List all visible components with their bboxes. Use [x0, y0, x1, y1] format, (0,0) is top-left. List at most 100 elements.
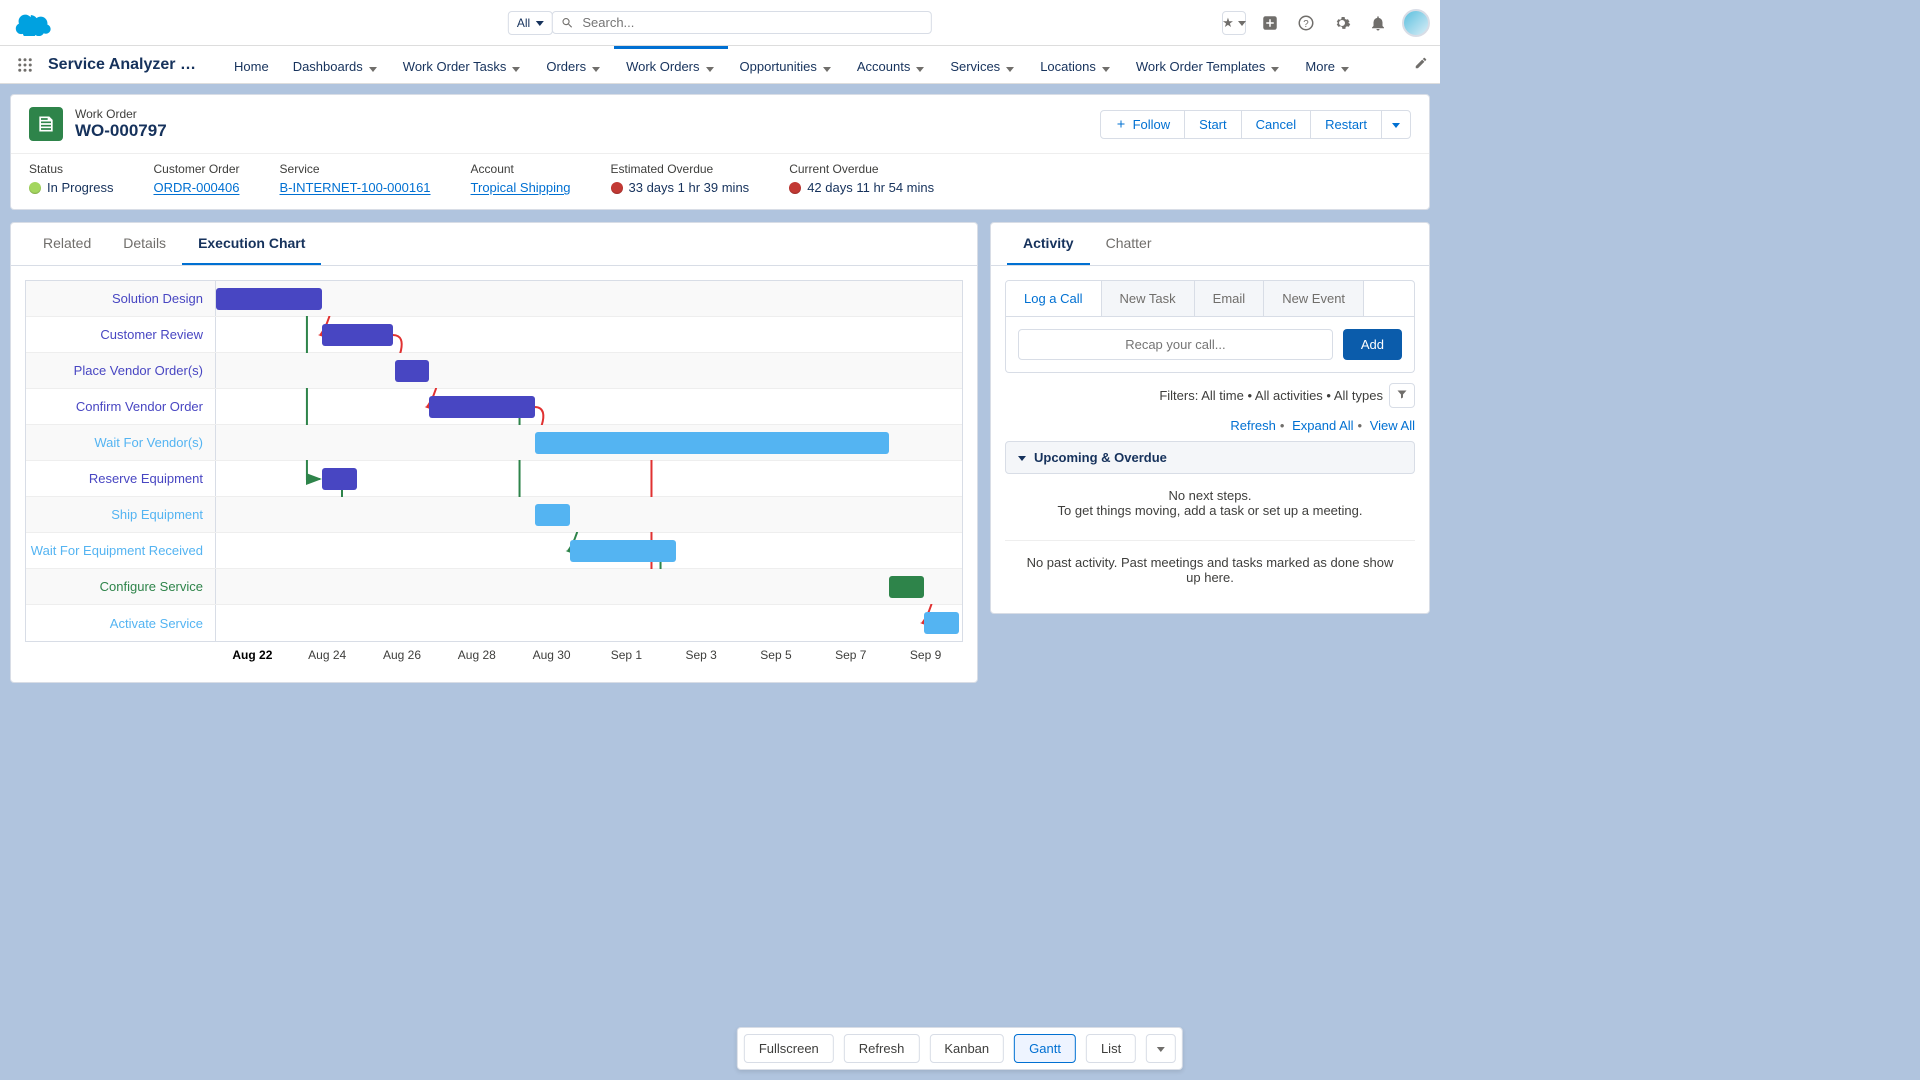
chevron-down-icon — [823, 61, 833, 71]
status-label: Status — [29, 162, 113, 176]
tab-related[interactable]: Related — [27, 223, 107, 265]
view-gantt-button[interactable]: Gantt — [1014, 1034, 1076, 1063]
filter-icon[interactable] — [1389, 383, 1415, 408]
refresh-link[interactable]: Refresh — [1230, 418, 1276, 433]
gantt-task-label[interactable]: Configure Service — [26, 569, 216, 604]
nav-tab-more[interactable]: More — [1293, 46, 1363, 83]
gantt-bar[interactable] — [322, 324, 393, 346]
search-icon — [561, 16, 574, 30]
axis-tick: Aug 30 — [514, 642, 589, 668]
nav-tab-locations[interactable]: Locations — [1028, 46, 1124, 83]
nav-tab-work-order-tasks[interactable]: Work Order Tasks — [391, 46, 535, 83]
gantt-bar[interactable] — [395, 360, 429, 382]
composer-tab-log-a-call[interactable]: Log a Call — [1006, 281, 1102, 317]
record-more-button[interactable] — [1381, 110, 1411, 139]
composer-tab-new-event[interactable]: New Event — [1264, 281, 1364, 316]
gantt-task-label[interactable]: Wait For Vendor(s) — [26, 425, 216, 460]
empty-steps-line1: No next steps. — [1005, 488, 1415, 503]
favorites-button[interactable]: ★ — [1222, 11, 1246, 35]
recap-call-input[interactable] — [1018, 329, 1333, 360]
gantt-time-axis: Aug 22Aug 24Aug 26Aug 28Aug 30Sep 1Sep 3… — [25, 642, 963, 668]
gantt-task-label[interactable]: Solution Design — [26, 281, 216, 316]
start-button[interactable]: Start — [1184, 110, 1241, 139]
view-refresh-button[interactable]: Refresh — [844, 1034, 920, 1063]
global-search: All — [508, 11, 932, 35]
past-activity-msg: No past activity. Past meetings and task… — [1005, 540, 1415, 599]
gantt-bar[interactable] — [216, 288, 322, 310]
nav-tab-orders[interactable]: Orders — [534, 46, 614, 83]
composer-tabset: Log a CallNew TaskEmailNew Event — [1005, 280, 1415, 317]
gantt-task-label[interactable]: Reserve Equipment — [26, 461, 216, 496]
user-avatar[interactable] — [1402, 9, 1430, 37]
execution-chart-panel: RelatedDetailsExecution Chart Solution D… — [10, 222, 978, 683]
tab-execution-chart[interactable]: Execution Chart — [182, 223, 321, 265]
gantt-task-label[interactable]: Activate Service — [26, 605, 216, 641]
gantt-row: Confirm Vendor Order — [26, 389, 962, 425]
gantt-task-label[interactable]: Ship Equipment — [26, 497, 216, 532]
setup-gear-icon[interactable] — [1330, 11, 1354, 35]
cancel-button[interactable]: Cancel — [1241, 110, 1311, 139]
gantt-row: Place Vendor Order(s) — [26, 353, 962, 389]
current-overdue-value: 42 days 11 hr 54 mins — [789, 180, 934, 195]
view-all-link[interactable]: View All — [1370, 418, 1415, 433]
axis-tick: Aug 26 — [365, 642, 440, 668]
service-link[interactable]: B-INTERNET-100-000161 — [280, 180, 431, 195]
chevron-down-icon — [512, 61, 522, 71]
gantt-task-label[interactable]: Wait For Equipment Received — [26, 533, 216, 568]
gantt-bar[interactable] — [429, 396, 535, 418]
gantt-row: Configure Service — [26, 569, 962, 605]
nav-tab-dashboards[interactable]: Dashboards — [281, 46, 391, 83]
add-button[interactable] — [1258, 11, 1282, 35]
nav-tab-opportunities[interactable]: Opportunities — [728, 46, 845, 83]
notification-bell-icon[interactable] — [1366, 11, 1390, 35]
nav-edit-pencil-icon[interactable] — [1414, 56, 1428, 73]
gantt-bar[interactable] — [535, 504, 570, 526]
account-link[interactable]: Tropical Shipping — [471, 180, 571, 195]
expand-all-link[interactable]: Expand All — [1292, 418, 1353, 433]
gantt-bar[interactable] — [889, 576, 924, 598]
overdue-dot-red-icon — [611, 182, 623, 194]
nav-tab-services[interactable]: Services — [938, 46, 1028, 83]
tab-activity[interactable]: Activity — [1007, 223, 1090, 265]
status-dot-green-icon — [29, 182, 41, 194]
chevron-down-icon — [1341, 61, 1351, 71]
view-more-button[interactable] — [1146, 1034, 1176, 1063]
gantt-task-label[interactable]: Confirm Vendor Order — [26, 389, 216, 424]
composer-tab-email[interactable]: Email — [1195, 281, 1265, 316]
gantt-bar[interactable] — [924, 612, 959, 634]
search-input[interactable] — [582, 15, 923, 30]
gantt-bar[interactable] — [570, 540, 676, 562]
current-overdue-label: Current Overdue — [789, 162, 934, 176]
customer-order-label: Customer Order — [153, 162, 239, 176]
axis-tick: Sep 5 — [739, 642, 814, 668]
tab-details[interactable]: Details — [107, 223, 182, 265]
gantt-task-label[interactable]: Customer Review — [26, 317, 216, 352]
upcoming-overdue-section[interactable]: Upcoming & Overdue — [1005, 441, 1415, 474]
follow-button[interactable]: Follow — [1100, 110, 1186, 139]
help-icon[interactable]: ? — [1294, 11, 1318, 35]
view-list-button[interactable]: List — [1086, 1034, 1136, 1063]
chevron-down-icon — [916, 61, 926, 71]
nav-tab-accounts[interactable]: Accounts — [845, 46, 938, 83]
gantt-bar[interactable] — [322, 468, 357, 490]
gantt-bar[interactable] — [535, 432, 889, 454]
customer-order-link[interactable]: ORDR-000406 — [153, 180, 239, 195]
empty-steps-line2: To get things moving, add a task or set … — [1005, 503, 1415, 518]
search-scope-dropdown[interactable]: All — [508, 11, 553, 35]
restart-button[interactable]: Restart — [1310, 110, 1382, 139]
tab-chatter[interactable]: Chatter — [1090, 223, 1168, 265]
chevron-down-icon — [1271, 61, 1281, 71]
view-fullscreen-button[interactable]: Fullscreen — [744, 1034, 834, 1063]
chevron-down-icon — [592, 61, 602, 71]
activity-panel: ActivityChatter Log a CallNew TaskEmailN… — [990, 222, 1430, 614]
nav-tab-work-order-templates[interactable]: Work Order Templates — [1124, 46, 1294, 83]
gantt-task-label[interactable]: Place Vendor Order(s) — [26, 353, 216, 388]
nav-tab-home[interactable]: Home — [222, 46, 281, 83]
gantt-row: Wait For Equipment Received — [26, 533, 962, 569]
nav-tab-work-orders[interactable]: Work Orders — [614, 46, 727, 83]
add-button[interactable]: Add — [1343, 329, 1402, 360]
axis-tick: Aug 22 — [215, 642, 290, 668]
app-launcher-icon[interactable] — [12, 52, 38, 78]
view-kanban-button[interactable]: Kanban — [929, 1034, 1004, 1063]
composer-tab-new-task[interactable]: New Task — [1102, 281, 1195, 316]
